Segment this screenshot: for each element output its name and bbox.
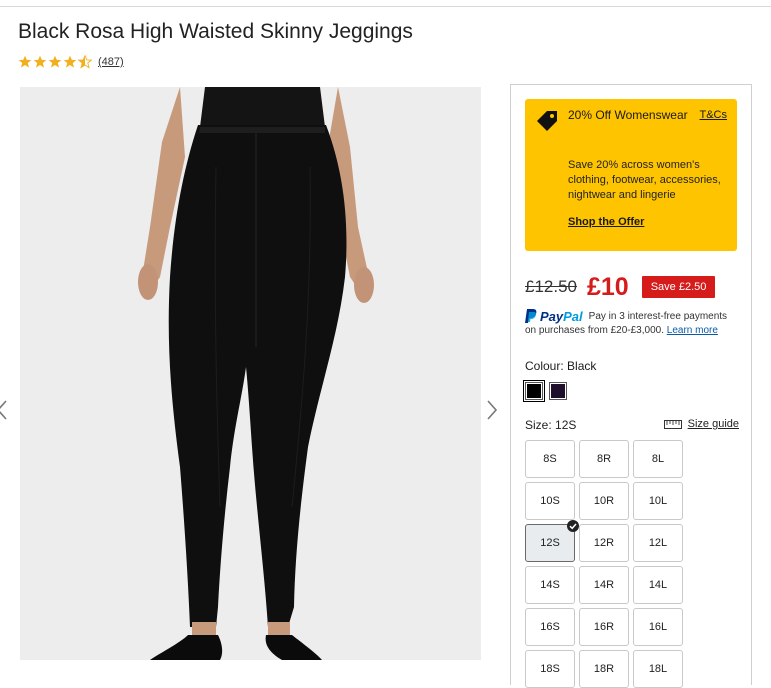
size-label: Size: 12S bbox=[525, 418, 576, 432]
size-option-18l[interactable]: 18L bbox=[633, 650, 683, 688]
colour-swatch-fill bbox=[527, 384, 541, 398]
size-option-10l[interactable]: 10L bbox=[633, 482, 683, 520]
size-option-label: 16S bbox=[540, 621, 560, 633]
size-option-18s[interactable]: 18S bbox=[525, 650, 575, 688]
paypal-message: PayPal Pay in 3 interest-free payments o… bbox=[525, 308, 747, 336]
size-option-label: 14L bbox=[648, 579, 668, 591]
offer-tcs-link[interactable]: T&Cs bbox=[700, 109, 728, 121]
size-option-14s[interactable]: 14S bbox=[525, 566, 575, 604]
learn-more-link[interactable]: Learn more bbox=[667, 325, 718, 336]
current-price: £10 bbox=[587, 272, 629, 301]
size-option-label: 8R bbox=[596, 453, 612, 465]
star-icon bbox=[33, 55, 47, 68]
size-option-8s[interactable]: 8S bbox=[525, 440, 575, 478]
size-option-label: 18R bbox=[593, 663, 615, 675]
size-option-label: 16R bbox=[593, 621, 615, 633]
paypal-logo-pay: Pay bbox=[540, 308, 564, 324]
size-guide-link[interactable]: Size guide bbox=[663, 418, 739, 430]
size-option-label: 12R bbox=[593, 537, 615, 549]
size-option-label: 18S bbox=[540, 663, 560, 675]
size-option-18r[interactable]: 18R bbox=[579, 650, 629, 688]
colour-swatch-black[interactable] bbox=[523, 380, 545, 402]
size-option-10r[interactable]: 10R bbox=[579, 482, 629, 520]
colour-label-text: Colour: bbox=[525, 359, 564, 373]
colour-value: Black bbox=[567, 359, 597, 373]
colour-swatches bbox=[523, 380, 567, 402]
colour-swatch-fill bbox=[551, 384, 565, 398]
size-option-12r[interactable]: 12R bbox=[579, 524, 629, 562]
size-option-label: 18L bbox=[648, 663, 668, 675]
size-option-label: 10S bbox=[540, 495, 560, 507]
paypal-text-line2: on purchases from £20-£3,000. bbox=[525, 325, 664, 336]
paypal-text-line2-row: on purchases from £20-£3,000. Learn more bbox=[525, 325, 747, 336]
star-icon bbox=[63, 55, 77, 68]
chevron-left-icon[interactable] bbox=[0, 398, 10, 422]
star-icon bbox=[48, 55, 62, 68]
size-option-16r[interactable]: 16R bbox=[579, 608, 629, 646]
paypal-text-line1: Pay in 3 interest-free payments bbox=[588, 310, 728, 322]
offer-title: 20% Off Womenswear bbox=[568, 108, 688, 122]
price-row: £12.50 £10 Save £2.50 bbox=[525, 271, 716, 303]
top-divider bbox=[0, 6, 771, 7]
original-price: £12.50 bbox=[525, 277, 577, 296]
save-badge: Save £2.50 bbox=[641, 276, 716, 298]
product-image[interactable] bbox=[20, 87, 481, 660]
colour-swatch-purple[interactable] bbox=[549, 382, 567, 400]
leggings-photo bbox=[20, 87, 481, 660]
review-count-link[interactable]: (487) bbox=[98, 56, 124, 68]
size-option-label: 8L bbox=[651, 453, 665, 465]
offer-description: Save 20% across women's clothing, footwe… bbox=[568, 159, 721, 201]
size-value: 12S bbox=[555, 418, 577, 432]
size-option-10s[interactable]: 10S bbox=[525, 482, 575, 520]
rating-stars bbox=[18, 55, 92, 69]
ruler-icon bbox=[663, 419, 682, 429]
star-icon bbox=[18, 55, 32, 68]
purchase-panel: 20% Off Womenswear T&Cs Save 20% across … bbox=[510, 84, 752, 688]
size-label-text: Size: bbox=[525, 418, 552, 432]
size-option-8r[interactable]: 8R bbox=[579, 440, 629, 478]
product-rating[interactable]: (487) bbox=[18, 55, 124, 69]
size-option-label: 12L bbox=[648, 537, 668, 549]
size-option-label: 8S bbox=[543, 453, 557, 465]
size-option-label: 12S bbox=[540, 537, 560, 549]
size-guide-text: Size guide bbox=[687, 418, 739, 430]
size-option-12l[interactable]: 12L bbox=[633, 524, 683, 562]
size-option-label: 14R bbox=[593, 579, 615, 591]
size-option-8l[interactable]: 8L bbox=[633, 440, 683, 478]
size-option-14r[interactable]: 14R bbox=[579, 566, 629, 604]
size-option-label: 16L bbox=[648, 621, 668, 633]
size-option-16s[interactable]: 16S bbox=[525, 608, 575, 646]
shop-offer-link[interactable]: Shop the Offer bbox=[568, 216, 644, 228]
product-title: Black Rosa High Waisted Skinny Jeggings bbox=[18, 20, 413, 43]
size-option-label: 10L bbox=[648, 495, 668, 507]
size-option-16l[interactable]: 16L bbox=[633, 608, 683, 646]
paypal-icon bbox=[525, 309, 537, 323]
size-option-14l[interactable]: 14L bbox=[633, 566, 683, 604]
offer-banner: 20% Off Womenswear T&Cs Save 20% across … bbox=[525, 99, 737, 251]
size-option-label: 14S bbox=[540, 579, 560, 591]
size-option-12s[interactable]: 12S bbox=[525, 520, 579, 562]
paypal-logo-pal: Pal bbox=[563, 308, 583, 324]
chevron-right-icon[interactable] bbox=[484, 398, 500, 422]
size-option-label: 10R bbox=[593, 495, 615, 507]
star-half-icon bbox=[78, 55, 92, 69]
colour-label: Colour: Black bbox=[525, 359, 596, 373]
paypal-logo: PayPal bbox=[540, 309, 583, 324]
size-grid: 8S 8R 8L 10S 10R 10L 12S 12R 12L 14S 14R 14L 16S 16R 1… bbox=[525, 440, 683, 688]
check-icon bbox=[567, 520, 579, 532]
tag-icon bbox=[537, 111, 557, 131]
